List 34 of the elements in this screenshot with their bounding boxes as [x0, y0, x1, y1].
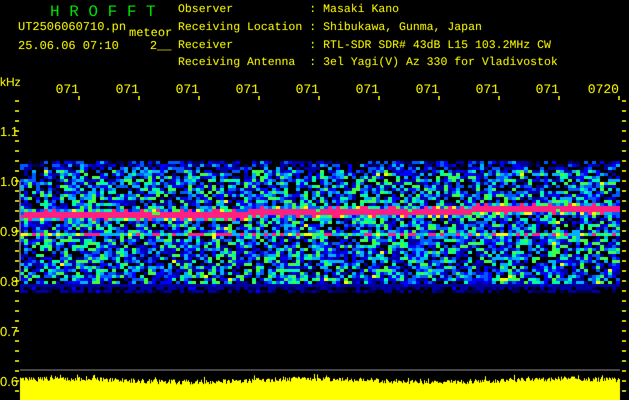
info-value: 3el Yagi(V) Az 330 for Vladivostok — [323, 57, 558, 72]
time-label: 071 — [356, 82, 379, 97]
timestamp: 25.06.06 07:10 — [18, 39, 119, 54]
info-value: Shibukawa, Gunma, Japan — [323, 22, 483, 36]
axis-label: 0.8 — [0, 274, 18, 289]
info-separator: : — [309, 4, 316, 18]
mode-label: meteor — [129, 26, 172, 41]
axis-label: 0.7 — [0, 324, 18, 339]
time-label: 071 — [56, 82, 79, 97]
count-label: 2__ — [150, 39, 172, 54]
file-name: UT2506060710.pn — [18, 20, 126, 35]
time-label: 071 — [296, 82, 319, 97]
info-label: Receiver — [178, 40, 234, 54]
time-label: 071 — [476, 82, 499, 97]
time-label: 071 — [536, 82, 559, 97]
info-separator: : — [309, 22, 316, 36]
info-separator: : — [309, 57, 316, 72]
info-separator: : — [309, 40, 316, 54]
axis-label: 1.1 — [0, 124, 18, 139]
info-label: Receiving Location — [178, 22, 302, 36]
info-label: Receiving Antenna — [178, 57, 296, 72]
info-label: Observer — [178, 4, 234, 18]
time-label: 0720 — [588, 82, 619, 97]
time-label: 071 — [236, 82, 259, 97]
info-value: RTL-SDR SDR# 43dB L15 103.2MHz CW — [323, 40, 552, 54]
unit-label: kHz — [0, 75, 21, 89]
info-value: Masaki Kano — [323, 4, 400, 18]
time-label: 071 — [116, 82, 139, 97]
axis-label: 0.9 — [0, 224, 18, 239]
time-label: 071 — [416, 82, 439, 97]
axis-label: 0.6 — [0, 374, 18, 389]
axis-label: 1.0 — [0, 174, 18, 189]
time-label: 071 — [176, 82, 199, 97]
app-title: H R O F F T — [49, 4, 157, 20]
